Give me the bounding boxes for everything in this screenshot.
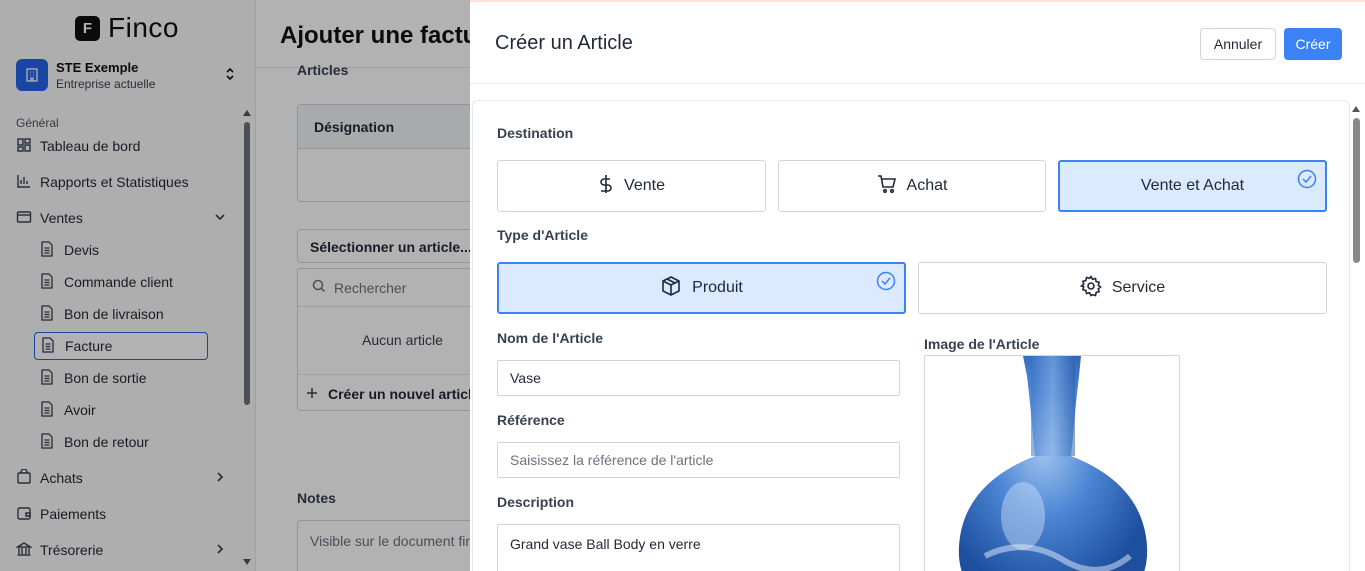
reference-input[interactable] [497, 442, 900, 478]
type-label: Type d'Article [497, 227, 588, 243]
destination-option-label: Vente et Achat [1140, 177, 1245, 194]
panel-scroll-thumb[interactable] [1353, 118, 1360, 263]
shopping-cart-icon [877, 174, 897, 199]
description-textarea[interactable]: Grand vase Ball Body en verre [497, 524, 900, 571]
reference-label: Référence [497, 412, 565, 428]
create-button[interactable]: Créer [1284, 28, 1342, 60]
check-circle-icon [1297, 169, 1317, 194]
scroll-up-arrow[interactable] [1352, 106, 1360, 112]
cancel-button[interactable]: Annuler [1200, 28, 1276, 60]
article-name-input[interactable] [497, 360, 900, 396]
article-image-label: Image de l'Article [924, 336, 1040, 352]
dollar-icon [598, 174, 614, 199]
description-label: Description [497, 494, 575, 510]
destination-option-vente[interactable]: Vente [497, 160, 766, 212]
destination-label: Destination [497, 125, 574, 141]
create-article-panel: Créer un Article Annuler Créer Destinati… [470, 0, 1365, 571]
box-icon [660, 275, 682, 302]
check-circle-icon [876, 271, 896, 296]
vase-image [958, 356, 1148, 571]
panel-scrollbar[interactable] [1350, 102, 1362, 571]
type-option-service[interactable]: Service [918, 262, 1327, 314]
destination-option-vente-et-achat[interactable]: Vente et Achat [1058, 160, 1327, 212]
type-option-label: Produit [692, 279, 743, 296]
destination-option-achat[interactable]: Achat [778, 160, 1046, 212]
article-image[interactable] [924, 355, 1180, 571]
type-option-produit[interactable]: Produit [497, 262, 906, 314]
type-option-label: Service [1111, 279, 1166, 296]
panel-header: Créer un Article Annuler Créer [470, 2, 1365, 84]
panel-title: Créer un Article [495, 32, 633, 54]
panel-body: Destination Vente Achat Vente et Achat T… [472, 100, 1350, 571]
destination-option-label: Vente [624, 177, 665, 194]
destination-option-label: Achat [906, 177, 948, 194]
gear-icon [1079, 274, 1102, 302]
article-name-label: Nom de l'Article [497, 330, 604, 346]
